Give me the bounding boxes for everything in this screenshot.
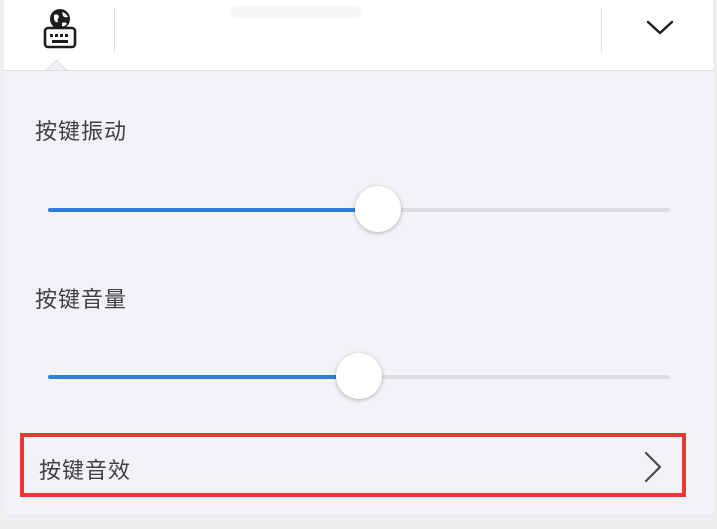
- screen: 按键振动 按键音量 按键音效: [0, 0, 717, 529]
- vibration-slider[interactable]: [48, 186, 670, 234]
- sound-effect-label: 按键音效: [39, 459, 132, 484]
- toolbar-divider: [601, 8, 602, 52]
- toolbar-divider: [114, 8, 115, 52]
- slider-fill: [48, 208, 378, 212]
- sound-effect-row[interactable]: 按键音效: [20, 433, 686, 497]
- volume-label: 按键音量: [35, 288, 128, 313]
- keyboard-toolbar: [4, 0, 713, 71]
- slider-thumb[interactable]: [355, 186, 401, 232]
- keyboard-globe-icon: [40, 6, 80, 54]
- slider-thumb[interactable]: [336, 353, 382, 399]
- candidate-placeholder: [230, 6, 362, 18]
- chevron-down-icon: [645, 19, 675, 41]
- chevron-right-icon: [642, 451, 664, 483]
- slider-fill: [48, 375, 359, 379]
- collapse-keyboard-button[interactable]: [632, 8, 688, 52]
- keyboard-settings-panel: 按键振动 按键音量 按键音效: [4, 0, 713, 514]
- vibration-label: 按键振动: [35, 120, 128, 145]
- volume-slider[interactable]: [48, 353, 670, 401]
- keyboard-switch-button[interactable]: [28, 2, 92, 58]
- selected-tab-notch: [45, 58, 69, 70]
